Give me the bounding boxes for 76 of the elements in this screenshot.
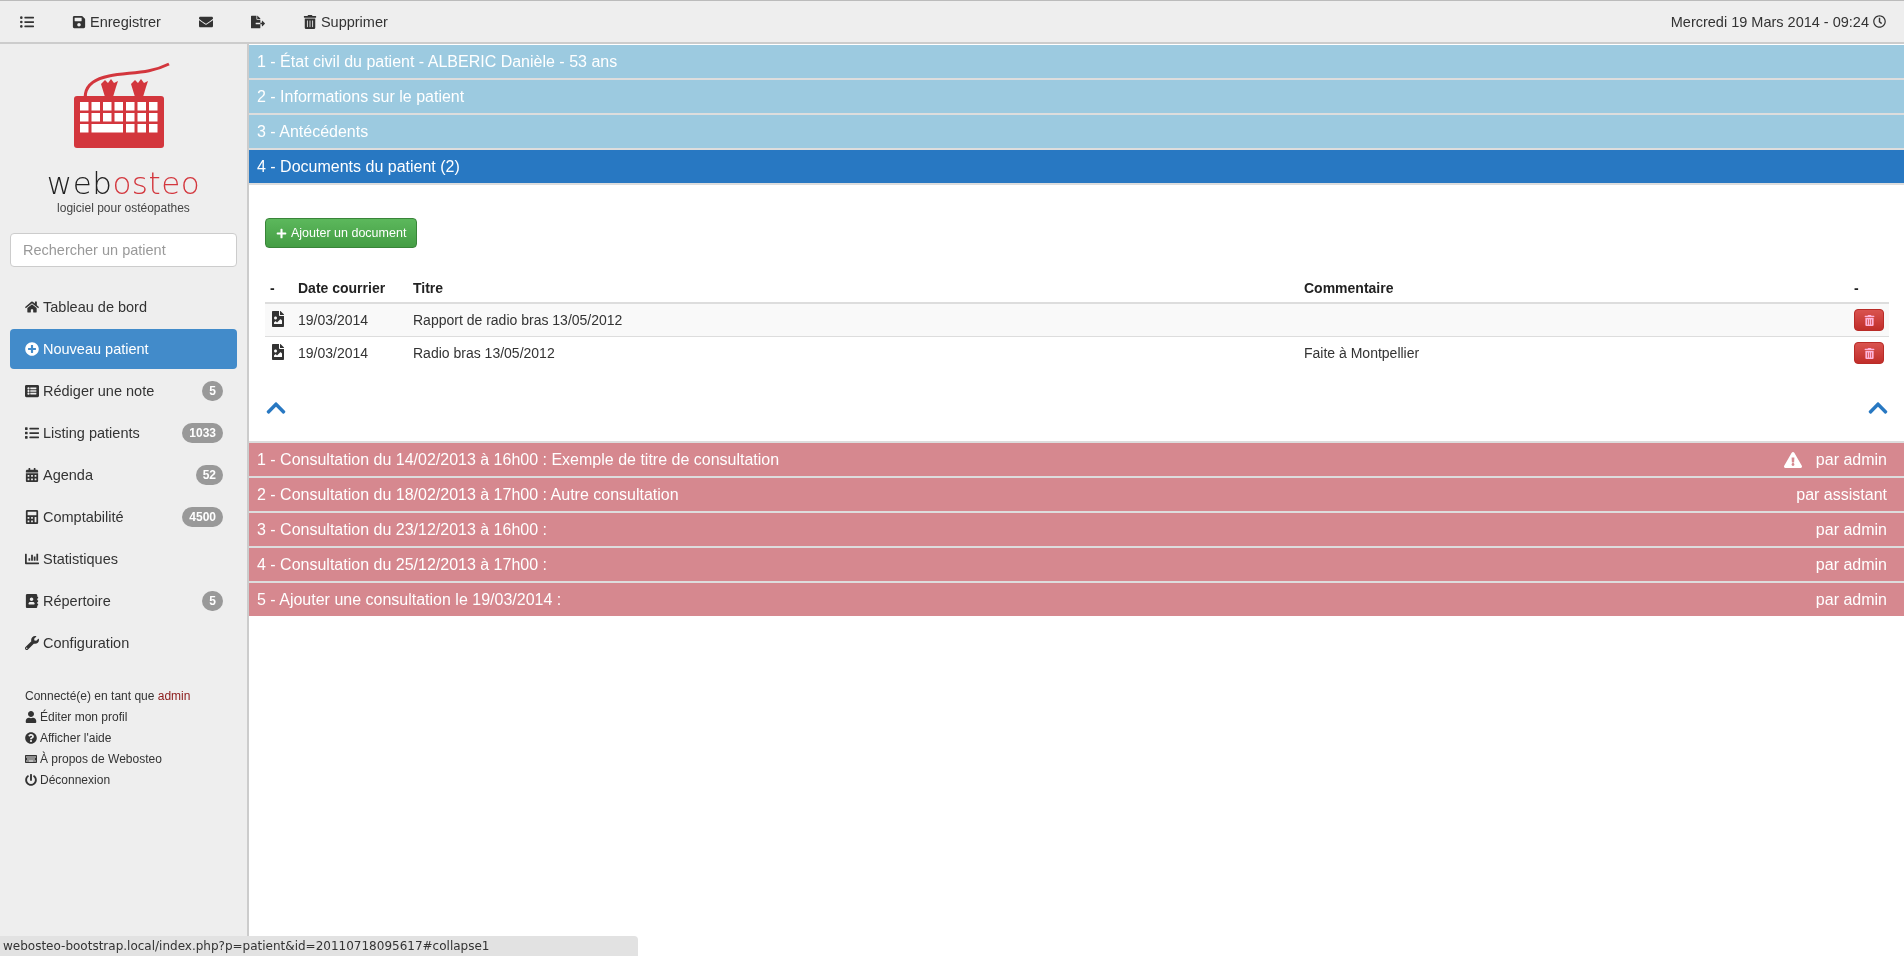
sidebar-link[interactable]: Afficher l'aide [25,731,237,745]
consultation-title: 3 - Consultation du 23/12/2013 à 16h00 : [257,520,548,539]
keyboard-icon [25,753,37,765]
trash-icon [1863,314,1875,326]
trash-icon [1863,347,1875,359]
consultation-title: 4 - Consultation du 25/12/2013 à 17h00 : [257,555,548,574]
sidebar-item-label: Listing patients [43,425,141,441]
status-bar: webosteo-bootstrap.local/index.php?p=patient&id=20110718095617#collapse1 [0,936,638,956]
sidebar-item-label: Tableau de bord [43,299,148,315]
table-cell: Radio bras 13/05/2012 [408,336,1299,369]
sidebar-item-label: Configuration [43,635,131,651]
toolbar-button[interactable]: Enregistrer [66,9,167,34]
table-cell: Faite à Montpellier [1299,336,1849,369]
trash-icon [302,14,317,29]
plus-icon [276,227,287,239]
toolbar-button[interactable]: Supprimer [296,9,394,34]
sidebar-item[interactable]: Nouveau patient [10,329,237,369]
table-cell: 19/03/2014 [293,336,408,369]
list-icon [25,426,39,440]
sidebar-item[interactable]: Configuration [10,623,237,663]
logo-wordmark: webosteo [46,168,201,199]
sidebar-item-label: Statistiques [43,551,119,567]
warning-icon [1783,450,1802,469]
sidebar-item-label: Rédiger une note [43,383,156,399]
sidebar-item-label: Nouveau patient [43,341,150,357]
sidebar-item[interactable]: Listing patients 1033 [10,413,237,453]
table-cell: Rapport de radio bras 13/05/2012 [408,303,1299,337]
count-badge: 4500 [182,507,223,527]
count-badge: 5 [202,591,223,611]
sidebar-item[interactable]: Agenda 52 [10,455,237,495]
sidebar-item-label: Comptabilité [43,509,125,525]
consultation-author: par admin [1815,520,1887,539]
sidebar-item[interactable]: Tableau de bord [10,287,237,327]
sidebar-item-label: Agenda [43,467,94,483]
count-badge: 5 [202,381,223,401]
bar-chart-icon [25,552,39,566]
sidebar-link[interactable]: Déconnexion [25,773,237,787]
wrench-icon [25,636,39,650]
count-badge: 1033 [182,423,223,443]
note-icon [25,384,39,398]
consultation-author: par assistant [1796,485,1887,504]
calendar-icon [25,468,39,482]
search-field[interactable]: Rechercher un patient [10,233,237,267]
sidebar-item[interactable]: Répertoire 5 [10,581,237,621]
consultation-author: par admin [1815,590,1887,609]
consultation-title: 2 - Consultation du 18/02/2013 à 17h00 : Autre consultation [257,485,680,504]
address-book-icon [25,594,39,608]
calculator-icon [25,510,39,524]
home-icon [25,300,39,314]
sidebar-item[interactable]: Rédiger une note 5 [10,371,237,411]
sidebar-item[interactable]: Comptabilité 4500 [10,497,237,537]
power-icon [25,774,37,786]
delete-button[interactable] [1854,309,1884,331]
sidebar-item-label: Répertoire [43,593,112,609]
logged-in-text: Connecté(e) en tant que admin [25,689,192,703]
consultation-author: par admin [1815,555,1887,574]
delete-button[interactable] [1854,342,1884,364]
count-badge: 52 [195,465,223,485]
sidebar-link[interactable]: À propos de Webosteo [25,752,237,766]
clock-icon [1873,15,1886,28]
consultation-title: 5 - Ajouter une consultation le 19/03/2014 : [257,590,563,609]
consultation-author: par admin [1815,450,1887,469]
menu-icon [20,14,34,29]
export-icon [250,14,265,29]
sidebar-link[interactable]: Éditer mon profil [25,710,237,724]
image-file-icon [270,343,286,360]
sidebar-item[interactable]: Statistiques [10,539,237,579]
envelope-icon [198,14,213,29]
user-icon [25,711,37,723]
logo-tagline: logiciel pour ostéopathes [57,201,190,215]
section-header[interactable]: 4 - Documents du patient (2) [249,150,1904,185]
date-time: Mercredi 19 Mars 2014 - 09:24 [1670,13,1869,30]
consultation-title: 1 - Consultation du 14/02/2013 à 16h00 : Exemple de titre de consultation [257,450,781,469]
image-file-icon [270,310,286,327]
help-icon [25,732,37,744]
table-cell: 19/03/2014 [293,303,408,337]
